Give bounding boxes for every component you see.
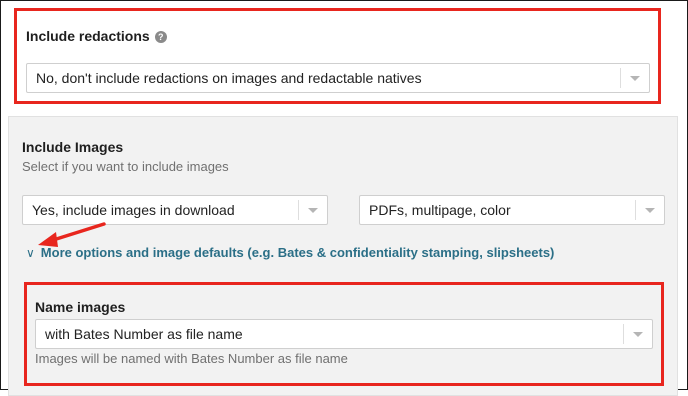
image-format-select[interactable]: PDFs, multipage, color <box>359 195 665 225</box>
more-options-link-text: More options and image defaults (e.g. Ba… <box>40 245 555 260</box>
include-redactions-select[interactable]: No, don't include redactions on images a… <box>26 63 650 93</box>
red-annotation-arrow <box>38 222 106 247</box>
include-redactions-select-value: No, don't include redactions on images a… <box>36 70 422 86</box>
name-images-select-value: with Bates Number as file name <box>45 326 243 342</box>
name-images-label: Name images <box>35 299 126 315</box>
include-redactions-label-text: Include redactions <box>26 28 150 44</box>
dropdown-arrow[interactable] <box>635 200 664 220</box>
name-images-section: Name images with Bates Number as file na… <box>24 282 664 386</box>
dropdown-arrow[interactable] <box>298 200 327 220</box>
include-images-label: Include Images <box>22 139 124 155</box>
include-images-select-value: Yes, include images in download <box>32 202 235 218</box>
dropdown-arrow[interactable] <box>623 324 652 344</box>
dropdown-arrow[interactable] <box>620 68 649 88</box>
name-images-select[interactable]: with Bates Number as file name <box>35 319 653 349</box>
chevron-down-icon: ∨ <box>26 246 35 260</box>
include-redactions-section: Include redactions? No, don't include re… <box>14 8 661 104</box>
name-images-hint: Images will be named with Bates Number a… <box>35 351 348 366</box>
caret-down-icon <box>645 207 655 213</box>
include-redactions-label: Include redactions? <box>26 28 167 44</box>
caret-down-icon <box>630 75 640 81</box>
include-images-subtitle: Select if you want to include images <box>22 159 229 174</box>
image-format-select-value: PDFs, multipage, color <box>369 202 511 218</box>
caret-down-icon <box>308 207 318 213</box>
caret-down-icon <box>633 331 643 337</box>
question-circle-icon[interactable]: ? <box>154 31 167 44</box>
